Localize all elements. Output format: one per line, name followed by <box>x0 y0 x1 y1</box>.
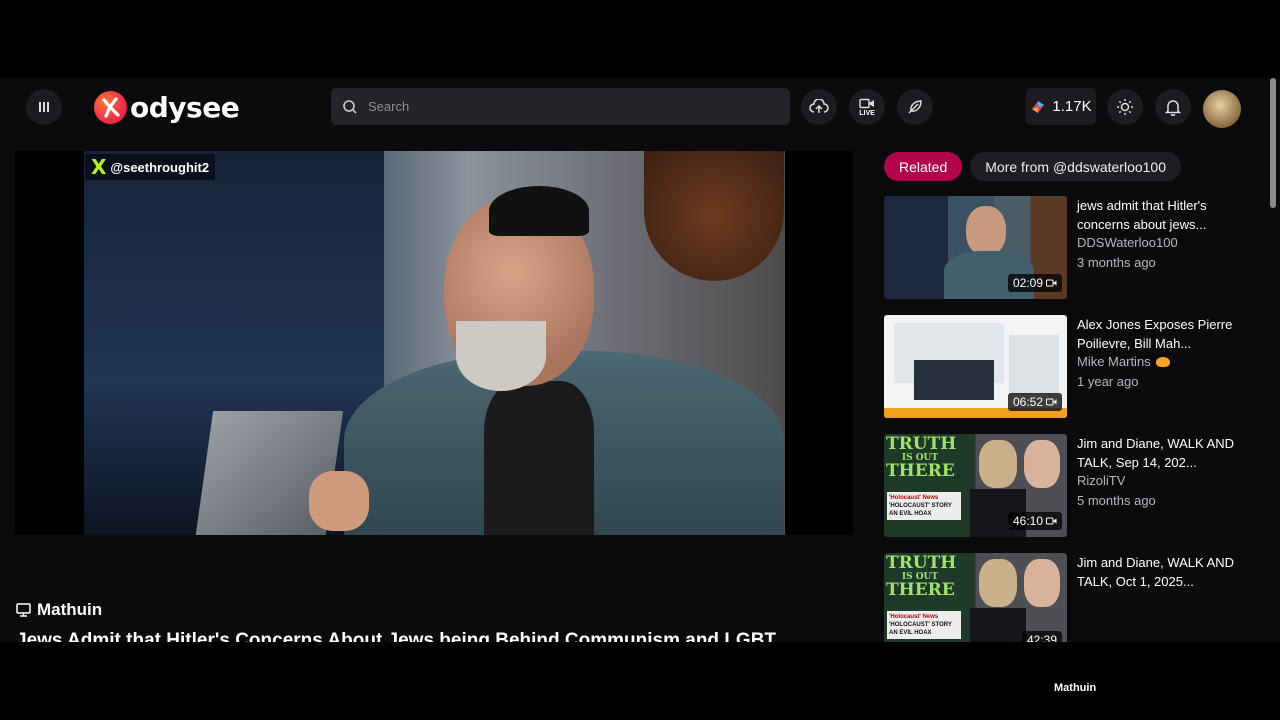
related-channel-name: Mike Martins <box>1077 354 1151 369</box>
duration-text: 06:52 <box>1012 395 1043 409</box>
odysee-app: odysee LIVE 1.17K <box>0 78 1280 642</box>
thumbnail[interactable]: 02:09 <box>884 196 1067 299</box>
menu-button[interactable] <box>26 89 62 125</box>
video-watermark: X @seethroughit2 <box>85 154 216 180</box>
thumb-caption-text: 'Holocaust' News 'HOLOCAUST' STORY AN EV… <box>887 492 961 520</box>
related-channel[interactable]: Mike Martins <box>1077 354 1170 369</box>
thumb-title-text: TRUTH IS OUT THERE <box>886 553 957 600</box>
thumbnail[interactable]: 06:52 <box>884 315 1067 418</box>
tab-related[interactable]: Related <box>884 152 963 181</box>
video-title: Jews Admit that Hitler's Concerns About … <box>16 630 777 642</box>
credits-balance[interactable]: 1.17K <box>1026 88 1096 125</box>
bell-icon <box>1165 100 1181 116</box>
duration-badge: 06:52 <box>1007 393 1062 411</box>
avatar[interactable] <box>1203 90 1241 128</box>
header: odysee LIVE 1.17K <box>0 78 1266 136</box>
tab-more-from-channel[interactable]: More from @ddswaterloo100 <box>970 152 1182 181</box>
search-icon <box>343 99 357 114</box>
scrollbar[interactable] <box>1266 78 1280 642</box>
odysee-logo[interactable]: odysee <box>94 90 240 124</box>
badge-icon <box>1155 356 1170 367</box>
upload-icon <box>809 99 829 113</box>
theme-toggle-button[interactable] <box>1107 89 1143 125</box>
related-date: 5 months ago <box>1077 493 1156 508</box>
duration-text: 46:10 <box>1012 514 1043 528</box>
footer-label: Mathuin <box>1054 682 1097 694</box>
related-channel-name: DDSWaterloo100 <box>1077 235 1178 250</box>
hand-image <box>309 471 369 531</box>
related-item[interactable]: TRUTH IS OUT THERE 'Holocaust' News 'HOL… <box>884 553 1244 642</box>
plaque-image <box>644 151 784 281</box>
related-date: 1 year ago <box>1077 374 1139 389</box>
publish-button[interactable] <box>897 89 933 125</box>
duration-badge: 02:09 <box>1007 274 1062 292</box>
thumb-title-text: TRUTH IS OUT THERE <box>886 434 957 481</box>
upload-button[interactable] <box>801 89 837 125</box>
monitor-icon <box>16 603 31 617</box>
duration-text: 02:09 <box>1012 276 1043 290</box>
video-icon <box>1046 398 1057 406</box>
thumb-caption-text: 'Holocaust' News 'HOLOCAUST' STORY AN EV… <box>887 611 961 639</box>
related-title[interactable]: Jim and Diane, WALK AND TALK, Oct 1, 202… <box>1077 553 1242 591</box>
watermark-handle: @seethroughit2 <box>110 159 210 175</box>
x-logo-icon: X <box>91 155 107 179</box>
thumbnail[interactable]: TRUTH IS OUT THERE 'Holocaust' News 'HOL… <box>884 553 1067 642</box>
related-item[interactable]: TRUTH IS OUT THERE 'Holocaust' News 'HOL… <box>884 434 1244 538</box>
feather-icon <box>908 100 922 114</box>
video-player[interactable]: X @seethroughit2 <box>15 151 853 535</box>
video-camera-icon <box>859 98 874 108</box>
related-title[interactable]: jews admit that Hitler's concerns about … <box>1077 196 1242 234</box>
related-channel-name: RizoliTV <box>1077 473 1126 488</box>
odysee-logo-icon <box>94 90 127 124</box>
scrollbar-thumb[interactable] <box>1270 78 1276 208</box>
duration-text: 42:39 <box>1026 633 1057 642</box>
kippah-image <box>489 186 589 236</box>
related-channel[interactable]: DDSWaterloo100 <box>1077 235 1178 250</box>
related-date: 3 months ago <box>1077 255 1156 270</box>
credits-amount: 1.17K <box>1052 98 1092 115</box>
related-item[interactable]: 02:09 jews admit that Hitler's concerns … <box>884 196 1244 300</box>
beard-image <box>456 321 546 391</box>
related-channel[interactable]: RizoliTV <box>1077 473 1125 488</box>
go-live-button[interactable]: LIVE <box>849 89 885 125</box>
search-input[interactable] <box>366 98 770 115</box>
menu-icon <box>39 102 49 112</box>
thumbnail[interactable]: TRUTH IS OUT THERE 'Holocaust' News 'HOL… <box>884 434 1067 537</box>
duration-badge: 46:10 <box>1007 512 1062 530</box>
sun-icon <box>1117 99 1133 115</box>
lbc-icon <box>1032 100 1045 113</box>
live-label: LIVE <box>859 109 875 117</box>
logo-text: odysee <box>130 90 240 124</box>
related-title[interactable]: Alex Jones Exposes Pierre Poilievre, Bil… <box>1077 315 1242 353</box>
related-tabs: Related More from @ddswaterloo100 <box>884 152 1182 181</box>
channel-name: Mathuin <box>37 600 103 619</box>
notifications-button[interactable] <box>1155 89 1191 125</box>
related-title[interactable]: Jim and Diane, WALK AND TALK, Sep 14, 20… <box>1077 434 1242 472</box>
related-item[interactable]: 06:52 Alex Jones Exposes Pierre Poilievr… <box>884 315 1244 419</box>
shirt-image <box>484 381 594 535</box>
channel-link[interactable]: Mathuin <box>16 600 102 620</box>
search-bar[interactable] <box>331 88 790 125</box>
duration-badge: 42:39 <box>1021 631 1062 642</box>
video-frame[interactable] <box>84 151 785 535</box>
video-icon <box>1046 517 1057 525</box>
video-icon <box>1046 279 1057 287</box>
